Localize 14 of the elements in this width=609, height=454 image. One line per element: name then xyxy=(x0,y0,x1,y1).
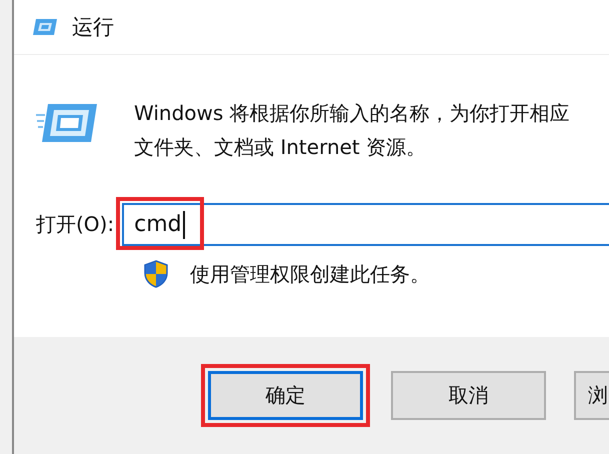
command-input-field[interactable]: cmd xyxy=(122,203,609,246)
admin-note: 使用管理权限创建此任务。 xyxy=(190,260,430,288)
window-title: 运行 xyxy=(72,14,114,41)
input-value: cmd xyxy=(134,212,182,237)
description-text: Windows 将根据你所输入的名称，为你打开相应 xyxy=(134,100,570,127)
shield-icon xyxy=(144,260,168,288)
text-cursor xyxy=(182,210,185,238)
run-app-icon xyxy=(32,18,58,36)
dialog-button[interactable]: 浏 xyxy=(574,371,609,420)
dialog-button[interactable]: 取消 xyxy=(391,371,546,420)
run-app-icon xyxy=(36,103,98,143)
description-text: 文件夹、文档或 Internet 资源。 xyxy=(134,134,428,161)
dialog-button[interactable]: 确定 xyxy=(208,371,363,420)
open-label: 打开(O): xyxy=(36,211,114,238)
